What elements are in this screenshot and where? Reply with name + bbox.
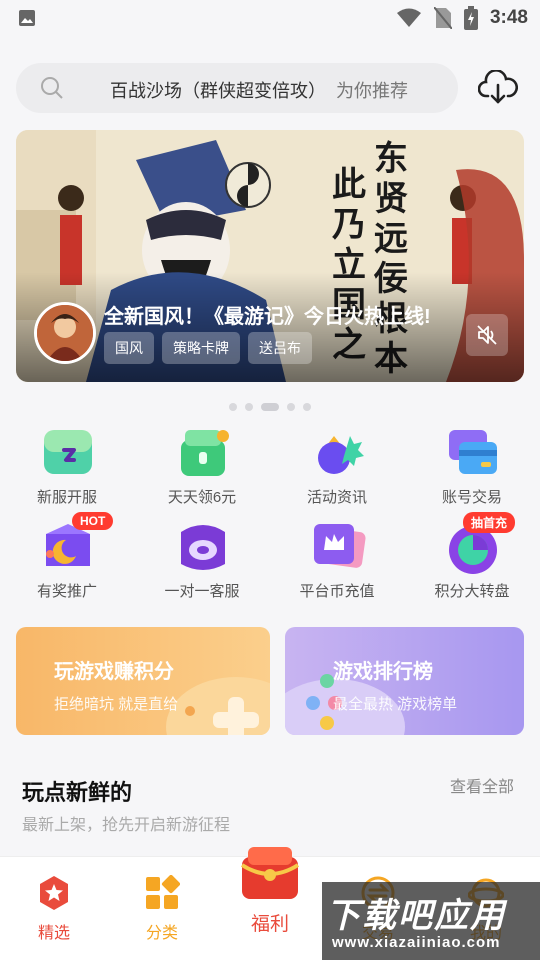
- battery-icon: [463, 6, 478, 30]
- new-server-icon: [44, 430, 92, 474]
- carousel-dot-active[interactable]: [261, 403, 279, 411]
- grid-label: 平台币充值: [299, 583, 375, 600]
- tab-featured[interactable]: 精选: [0, 867, 108, 951]
- banner-art-text-right-3: 远: [374, 219, 408, 259]
- grid-item-reward-promo[interactable]: HOT 有奖推广: [0, 512, 134, 608]
- status-bar: 3:48: [0, 0, 540, 36]
- gamepad-decoration: [166, 677, 270, 735]
- gift-icon: [240, 847, 300, 899]
- banner-art-text-right-2: 贤: [374, 179, 408, 219]
- search-icon: [41, 77, 63, 99]
- carousel-dot[interactable]: [245, 403, 253, 411]
- grid-label: 积分大转盘: [434, 583, 510, 600]
- search-suffix: 为你推荐: [336, 81, 408, 101]
- banner-tags: 国风 策略卡牌 送吕布: [104, 332, 312, 364]
- section-title: 玩点新鲜的: [22, 780, 133, 805]
- grid-item-account-trade[interactable]: 账号交易: [405, 424, 539, 514]
- category-icon: [146, 875, 180, 909]
- grid-label: 活动资讯: [306, 489, 367, 506]
- tab-welfare[interactable]: 福利: [216, 843, 324, 935]
- grid-item-daily-cash[interactable]: 天天领6元: [135, 424, 269, 514]
- watermark: 下载吧应用 www.xiazaiiniao.com: [322, 882, 540, 960]
- carousel-dot[interactable]: [287, 403, 295, 411]
- promo-title: 游戏排行榜: [333, 661, 433, 683]
- promo-title: 玩游戏赚积分: [54, 661, 174, 683]
- section-subtitle: 最新上架，抢先开启新游征程: [22, 817, 231, 834]
- daily-cash-icon: [181, 430, 229, 476]
- gallery-notification-icon: [19, 10, 35, 26]
- grid-label: 账号交易: [441, 489, 502, 506]
- clock: 3:48: [489, 7, 528, 28]
- grid-label: 天天领6元: [167, 489, 237, 506]
- tab-label: 精选: [37, 925, 70, 942]
- tab-label: 福利: [250, 914, 289, 935]
- wifi-icon: [396, 8, 421, 27]
- banner-tag[interactable]: 送吕布: [248, 332, 312, 364]
- tab-label: 分类: [145, 925, 178, 942]
- grid-item-points-wheel[interactable]: 抽首充 积分大转盘: [405, 512, 539, 608]
- mute-button[interactable]: [466, 314, 508, 356]
- grid-item-customer-service[interactable]: 一对一客服: [135, 518, 269, 608]
- grid-item-platform-coin[interactable]: 平台币充值: [270, 518, 404, 608]
- grid-item-new-server[interactable]: 新服开服: [0, 424, 134, 514]
- grid-label: 一对一客服: [164, 583, 240, 600]
- grid-label: 新服开服: [36, 489, 97, 506]
- grid-item-activity-news[interactable]: 活动资讯: [270, 424, 404, 514]
- promo-subtitle: 拒绝暗坑 就是直给: [54, 696, 179, 713]
- banner-title: 全新国风！《最游记》今日火热上线!: [104, 306, 431, 328]
- carousel-dot[interactable]: [303, 403, 311, 411]
- first-charge-badge: 抽首充: [463, 512, 516, 533]
- search-query: 百战沙场（群侠超变倍攻）: [110, 81, 326, 101]
- banner-art-text-left-1: 此: [332, 165, 366, 205]
- hot-badge: HOT: [72, 512, 114, 530]
- banner-tag[interactable]: 策略卡牌: [162, 332, 240, 364]
- banner-art-text-left-2: 乃: [332, 205, 366, 245]
- promo-card-earn-points[interactable]: 玩游戏赚积分 拒绝暗坑 就是直给: [16, 627, 270, 735]
- featured-icon: [40, 876, 68, 910]
- customer-service-icon: [181, 525, 225, 570]
- speaker-mute-icon: [477, 325, 497, 345]
- carousel-indicator: [0, 402, 540, 412]
- download-icon[interactable]: [478, 70, 518, 106]
- banner-tag[interactable]: 国风: [104, 332, 154, 364]
- banner-carousel[interactable]: 东 贤 远 佞 此 乃 立 国 之 根 本 全新国风！《最游记》今日火热上线! …: [16, 130, 524, 382]
- grid-label: 有奖推广: [36, 583, 97, 600]
- search-suggestion[interactable]: 百战沙场（群侠超变倍攻） 为你推荐: [110, 77, 408, 103]
- carousel-dot[interactable]: [229, 403, 237, 411]
- promo-subtitle: 最全最热 游戏榜单: [333, 696, 458, 713]
- watermark-url: www.xiazaiiniao.com: [332, 934, 501, 951]
- activity-news-icon: [318, 436, 364, 474]
- account-trade-icon: [449, 430, 497, 474]
- banner-art-text-right-1: 东: [374, 139, 408, 179]
- watermark-text: 下载吧应用: [326, 897, 506, 935]
- search-bar[interactable]: 百战沙场（群侠超变倍攻） 为你推荐: [16, 63, 458, 113]
- promo-card-ranking[interactable]: 游戏排行榜 最全最热 游戏榜单: [285, 627, 524, 735]
- tab-category[interactable]: 分类: [108, 867, 216, 951]
- platform-coin-icon: [314, 524, 366, 568]
- no-sim-icon: [433, 7, 452, 29]
- view-all-link[interactable]: 查看全部: [450, 773, 514, 797]
- game-avatar[interactable]: [34, 302, 96, 364]
